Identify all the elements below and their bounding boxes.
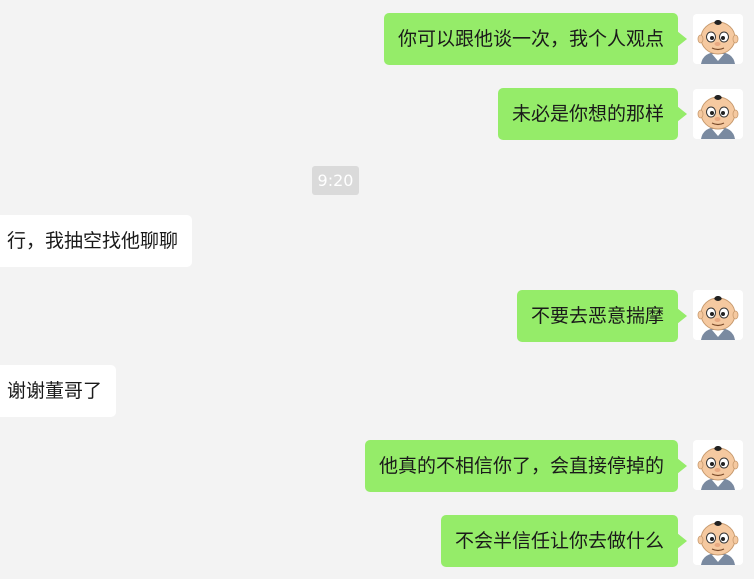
message-bubble-incoming[interactable]: 谢谢董哥了 — [0, 365, 117, 417]
message-bubble-outgoing[interactable]: 你可以跟他谈一次，我个人观点 — [383, 13, 688, 65]
message-bubble-outgoing[interactable]: 不要去恶意揣摩 — [516, 290, 688, 342]
message-bubble-incoming[interactable]: 行，我抽空找他聊聊 — [0, 215, 193, 267]
cartoon-boy-icon — [693, 14, 743, 64]
sender-avatar[interactable] — [693, 14, 743, 64]
cartoon-boy-icon — [693, 290, 743, 340]
message-bubble-outgoing[interactable]: 他真的不相信你了，会直接停掉的 — [364, 440, 688, 492]
cartoon-boy-icon — [693, 89, 743, 139]
cartoon-boy-icon — [693, 440, 743, 490]
sender-avatar[interactable] — [693, 290, 743, 340]
message-bubble-outgoing[interactable]: 未必是你想的那样 — [497, 88, 688, 140]
cartoon-boy-icon — [693, 515, 743, 565]
chat-timestamp: 9:20 — [312, 166, 359, 195]
message-bubble-outgoing[interactable]: 不会半信任让你去做什么 — [440, 515, 688, 567]
sender-avatar[interactable] — [693, 89, 743, 139]
sender-avatar[interactable] — [693, 440, 743, 490]
sender-avatar[interactable] — [693, 515, 743, 565]
